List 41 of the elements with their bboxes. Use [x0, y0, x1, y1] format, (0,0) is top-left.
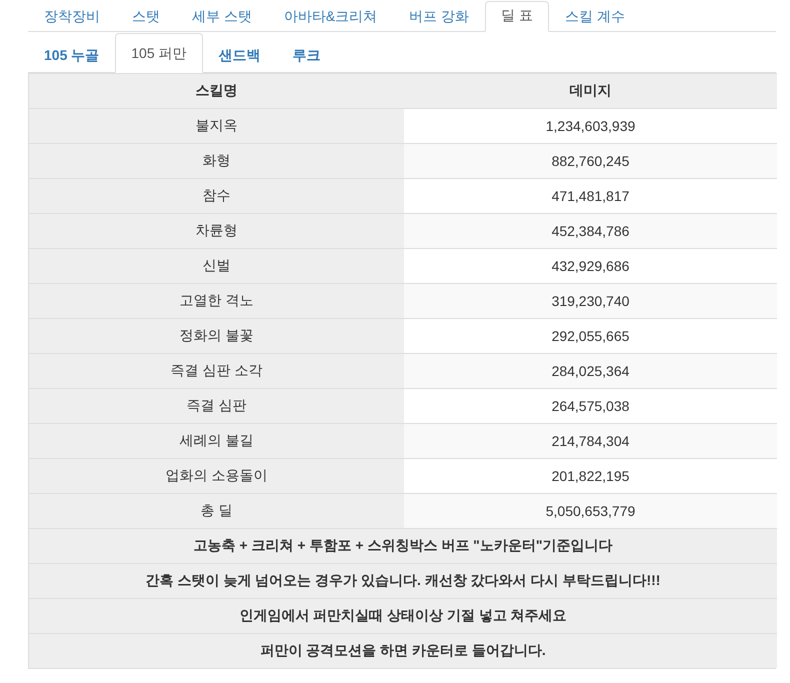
note-text: 간혹 스탯이 늦게 넘어오는 경우가 있습니다. 캐선창 갔다와서 다시 부탁드립니다!!! [29, 563, 777, 598]
table-cell: 1,234,603,939 [404, 108, 777, 143]
column-header: 데미지 [404, 73, 777, 108]
tab[interactable]: 장착장비 [28, 2, 116, 32]
table-cell: 고열한 격노 [29, 283, 404, 318]
table-cell: 즉결 심판 [29, 388, 404, 423]
table-cell: 471,481,817 [404, 178, 777, 213]
tab[interactable]: 아바타&크리쳐 [268, 2, 394, 32]
table-cell: 화형 [29, 143, 404, 178]
tab[interactable]: 세부 스탯 [176, 2, 268, 32]
table-cell: 882,760,245 [404, 143, 777, 178]
table-cell: 즉결 심판 소각 [29, 353, 404, 388]
table-cell: 292,055,665 [404, 318, 777, 353]
table-cell: 참수 [29, 178, 404, 213]
column-header: 스킬명 [29, 73, 404, 108]
note-text: 고농축 + 크리쳐 + 투함포 + 스위칭박스 버프 "노카운터"기준입니다 [29, 528, 777, 563]
tab[interactable]: 딜 표 [485, 1, 550, 32]
table-cell: 업화의 소용돌이 [29, 458, 404, 493]
table-cell: 432,929,686 [404, 248, 777, 283]
note-text: 퍼만이 공격모션을 하면 카운터로 들어갑니다. [29, 633, 777, 668]
table-cell: 5,050,653,779 [404, 493, 777, 528]
tab[interactable]: 루크 [276, 35, 336, 73]
table-cell: 차륜형 [29, 213, 404, 248]
table-cell: 신벌 [29, 248, 404, 283]
table-cell: 정화의 불꽃 [29, 318, 404, 353]
tab[interactable]: 105 누골 [28, 35, 116, 73]
tab[interactable]: 105 퍼만 [115, 33, 202, 73]
tab[interactable]: 버프 강화 [393, 2, 486, 32]
tab[interactable]: 샌드백 [202, 35, 276, 73]
tab[interactable]: 스탯 [116, 2, 176, 32]
table-cell: 319,230,740 [404, 283, 777, 318]
table-cell: 264,575,038 [404, 388, 777, 423]
note-text: 인게임에서 퍼만치실때 상태이상 기절 넣고 쳐주세요 [29, 598, 777, 633]
table-cell: 세례의 불길 [29, 423, 404, 458]
table-cell: 284,025,364 [404, 353, 777, 388]
table-cell: 불지옥 [29, 108, 404, 143]
tab[interactable]: 스킬 계수 [549, 2, 641, 32]
table-cell: 총 딜 [29, 493, 404, 528]
table-cell: 452,384,786 [404, 213, 777, 248]
table-cell: 201,822,195 [404, 458, 777, 493]
table-cell: 214,784,304 [404, 423, 777, 458]
